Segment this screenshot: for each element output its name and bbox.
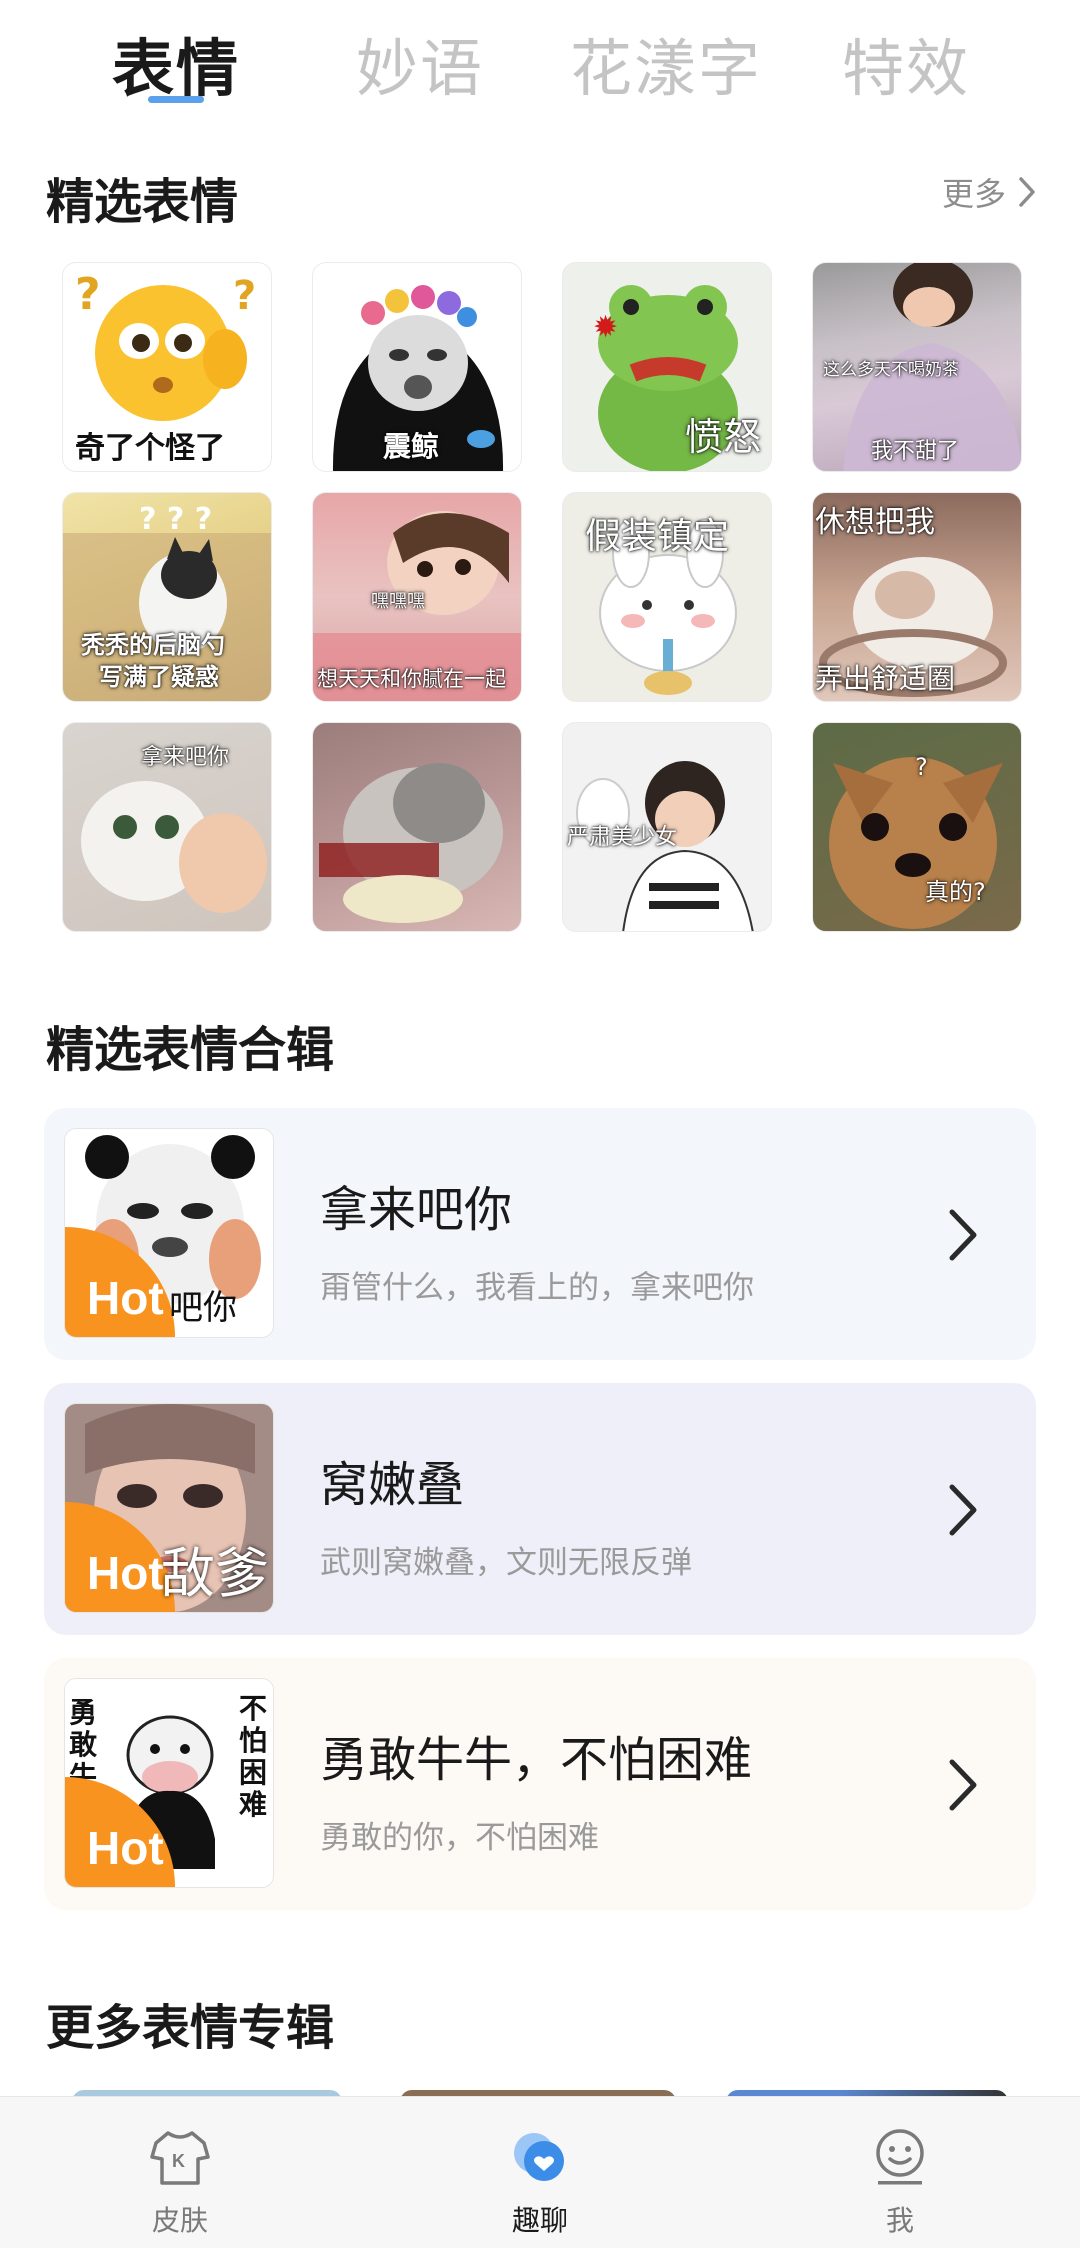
tab-texiao[interactable]: 特效 <box>842 18 970 108</box>
sticker-item[interactable]: 嘿嘿嘿 想天天和你腻在一起 <box>312 492 522 702</box>
album-title: 窝嫩叠 <box>320 1457 465 1513</box>
sticker-caption: 愤怒 <box>684 415 761 459</box>
hot-badge-label: Hot <box>87 1822 164 1874</box>
sticker-caption-2: 我不甜了 <box>871 439 960 464</box>
nav-chat[interactable]: 趣聊 <box>450 2127 630 2239</box>
thumbnail-caption-right: 不怕困难 <box>239 1692 268 1821</box>
svg-text:? ? ?: ? ? ? <box>139 502 212 537</box>
tab-biaoqing[interactable]: 表情 <box>112 18 240 108</box>
svg-text:?: ? <box>233 273 256 319</box>
nav-me[interactable]: 我 <box>810 2127 990 2239</box>
sticker-caption: 严肃美少女 <box>567 825 678 850</box>
sticker-caption: 拿来吧你 <box>141 745 230 770</box>
sticker-caption: ? <box>915 753 928 781</box>
album-card[interactable]: Hot 敌爹 窝嫩叠 武则窝嫩叠，文则无限反弹 <box>44 1383 1036 1635</box>
sticker-item[interactable]: 休想把我 弄出舒适圈 <box>812 492 1022 702</box>
sticker-item[interactable]: ? ? 奇了个怪了 <box>62 262 272 472</box>
more-label: 更多 <box>941 175 1006 213</box>
tab-miaoyu[interactable]: 妙语 <box>356 18 484 108</box>
album-thumbnail: 勇敢牛 不怕困难 Hot <box>64 1678 274 1888</box>
sticker-caption: 震鲸 <box>383 430 440 463</box>
thumbnail-caption: 吧你 <box>169 1288 237 1328</box>
chevron-right-icon <box>949 1209 977 1261</box>
shirt-icon: K <box>150 2131 210 2185</box>
sticker-item[interactable]: 严肃美少女 <box>562 722 772 932</box>
sticker-caption-2: 弄出舒适圈 <box>815 662 956 695</box>
sticker-grid: ? ? 奇了个怪了 震鲸 ✹ 愤怒 这么多天不喝奶茶 我不甜了 ? ? ? 秃秃… <box>62 262 1022 932</box>
sticker-item[interactable] <box>312 722 522 932</box>
thumbnail-caption: 敌爹 <box>161 1542 269 1605</box>
svg-text:K: K <box>172 2151 185 2171</box>
albums-section-title: 精选表情合辑 <box>46 1022 335 1078</box>
sticker-item[interactable]: ✹ 愤怒 <box>562 262 772 472</box>
featured-title: 精选表情 <box>46 174 239 230</box>
album-card[interactable]: 勇敢牛 不怕困难 Hot 勇敢牛牛，不怕困难 勇敢的你，不怕困难 <box>44 1658 1036 1910</box>
album-thumbnail: Hot 吧你 <box>64 1128 274 1338</box>
album-card[interactable]: Hot 吧你 拿来吧你 甭管什么，我看上的，拿来吧你 <box>44 1108 1036 1360</box>
sticker-item[interactable]: ? ? ? 秃秃的后脑勺 写满了疑惑 <box>62 492 272 702</box>
sticker-caption: 奇了个怪了 <box>75 431 225 466</box>
hot-badge-label: Hot <box>87 1272 164 1324</box>
sticker-caption: 假装镇定 <box>585 516 730 557</box>
sticker-caption-2: 真的? <box>925 878 986 906</box>
top-tab-bar: 表情 妙语 花漾字 特效 <box>0 0 1080 120</box>
svg-text:?: ? <box>75 269 101 320</box>
nav-chat-label: 趣聊 <box>511 2204 568 2237</box>
sticker-caption-2: 写满了疑惑 <box>99 663 219 691</box>
sticker-item[interactable]: 拿来吧你 <box>62 722 272 932</box>
chevron-right-icon <box>1019 177 1035 207</box>
sticker-item[interactable]: 假装镇定 <box>562 492 772 702</box>
smiley-icon <box>876 2129 924 2185</box>
chat-bubble-icon <box>514 2133 564 2181</box>
sticker-caption: 休想把我 <box>815 505 935 540</box>
bottom-nav: K 皮肤 趣聊 我 <box>0 2096 1080 2248</box>
album-description: 勇敢的你，不怕困难 <box>320 1820 599 1856</box>
sticker-caption: 这么多天不喝奶茶 <box>823 360 959 380</box>
album-title: 勇敢牛牛，不怕困难 <box>320 1732 753 1788</box>
nav-skin[interactable]: K 皮肤 <box>90 2127 270 2239</box>
album-description: 甭管什么，我看上的，拿来吧你 <box>320 1270 754 1306</box>
tab-huayangzi[interactable]: 花漾字 <box>570 18 762 108</box>
sticker-item[interactable]: 这么多天不喝奶茶 我不甜了 <box>812 262 1022 472</box>
album-thumbnail: Hot 敌爹 <box>64 1403 274 1613</box>
sticker-caption: 秃秃的后脑勺 <box>81 631 225 659</box>
cat-photo-icon <box>319 763 503 923</box>
album-description: 武则窝嫩叠，文则无限反弹 <box>320 1545 692 1581</box>
album-title: 拿来吧你 <box>320 1182 513 1238</box>
nav-skin-label: 皮肤 <box>151 2204 208 2237</box>
more-albums-title: 更多表情专辑 <box>46 2000 335 2056</box>
more-link[interactable]: 更多 <box>941 172 1036 213</box>
tab-indicator <box>148 96 204 103</box>
sticker-item[interactable]: ? 真的? <box>812 722 1022 932</box>
sticker-item[interactable]: 震鲸 <box>312 262 522 472</box>
chevron-right-icon <box>949 1759 977 1811</box>
sticker-caption: 嘿嘿嘿 <box>371 591 425 612</box>
nav-me-label: 我 <box>885 2204 914 2237</box>
sticker-caption-2: 想天天和你腻在一起 <box>317 667 506 691</box>
svg-text:✹: ✹ <box>593 310 618 345</box>
hot-badge-label: Hot <box>87 1547 164 1599</box>
chevron-right-icon <box>949 1484 977 1536</box>
